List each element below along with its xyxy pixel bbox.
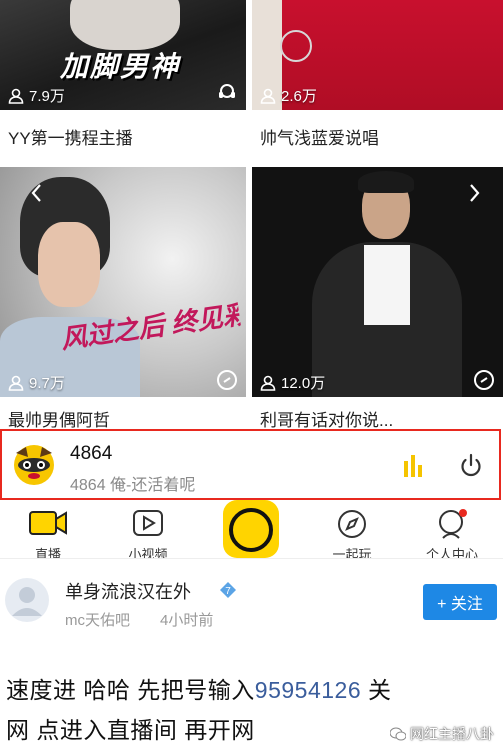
video-play-icon (133, 510, 163, 536)
tab-label: 小视频 (128, 547, 168, 559)
power-icon[interactable] (458, 453, 484, 479)
center-circle-icon (223, 500, 279, 558)
stream-card-1[interactable]: 加脚男神 7.9万 (0, 0, 246, 110)
tab-label: 一起玩 (332, 547, 372, 559)
room-number: 95954126 (254, 677, 362, 703)
verified-badge-icon: 7 (220, 582, 236, 598)
card-title-2[interactable]: 帅气浅蓝爱说唱 (260, 124, 379, 149)
card-title-1[interactable]: YY第一携程主播 (8, 124, 133, 149)
raccoon-avatar (14, 445, 54, 485)
card-overlay-text: 加脚男神 (60, 51, 181, 82)
player-subtitle: 4864 俺-还活着呢 (70, 477, 196, 494)
svg-text:7: 7 (225, 586, 231, 597)
person-icon (8, 88, 24, 104)
player-title: 4864 (70, 443, 113, 464)
viewer-count: 12.0万 (260, 372, 325, 393)
card-title-4[interactable]: 利哥有话对你说... (260, 406, 393, 428)
streamer-photo (70, 0, 180, 50)
user-avatar[interactable] (5, 578, 49, 622)
follow-button[interactable]: + 关注 (423, 584, 497, 620)
link-icon (217, 370, 237, 390)
compass-icon (338, 510, 366, 538)
tab-short-video[interactable]: 小视频 (108, 500, 188, 558)
equalizer-icon[interactable] (402, 455, 426, 477)
stream-card-3[interactable]: 风过之后 终见彩虹 9.7万 (0, 167, 246, 397)
tab-live[interactable]: 直播 (8, 500, 88, 558)
link-icon (474, 370, 494, 390)
necklace-pendant (280, 30, 312, 62)
mini-player[interactable]: 4864 4864 俺-还活着呢 (0, 429, 501, 500)
post-body-line-2: 网 点进入直播间 再开网 (6, 717, 255, 743)
chevron-left-icon[interactable] (30, 183, 44, 203)
profile-icon (439, 509, 467, 539)
tab-label: 直播 (34, 547, 61, 559)
post-author[interactable]: 单身流浪汉在外 (65, 578, 191, 604)
post-body-line-1: 速度进 哈哈 先把号输入95954126 关 (6, 677, 392, 703)
bottom-tabbar: 直播 小视频 一起玩 个人中心 (0, 500, 503, 559)
stream-card-2[interactable]: 2.6万 (252, 0, 503, 110)
stream-card-4[interactable]: 12.0万 (252, 167, 503, 397)
card-title-3[interactable]: 最帅男偶阿哲 (8, 406, 110, 428)
person-icon (260, 375, 276, 391)
tab-label: 个人中心 (425, 547, 478, 559)
viewer-count: 9.7万 (8, 372, 65, 393)
live-camera-icon (29, 511, 67, 535)
tab-profile[interactable]: 个人中心 (412, 500, 492, 558)
headset-icon (219, 84, 235, 98)
chevron-right-icon[interactable] (467, 183, 481, 203)
post-source[interactable]: mc天佑吧 (65, 609, 130, 630)
tab-play-together[interactable]: 一起玩 (312, 500, 392, 558)
person-icon (260, 88, 276, 104)
wechat-icon (390, 727, 406, 741)
tab-center[interactable] (211, 500, 291, 558)
viewer-count: 7.9万 (8, 85, 65, 106)
person-icon (8, 375, 24, 391)
post-time: 4小时前 (160, 612, 214, 629)
watermark: 网红主播八卦 (390, 724, 494, 744)
viewer-count: 2.6万 (260, 85, 317, 106)
